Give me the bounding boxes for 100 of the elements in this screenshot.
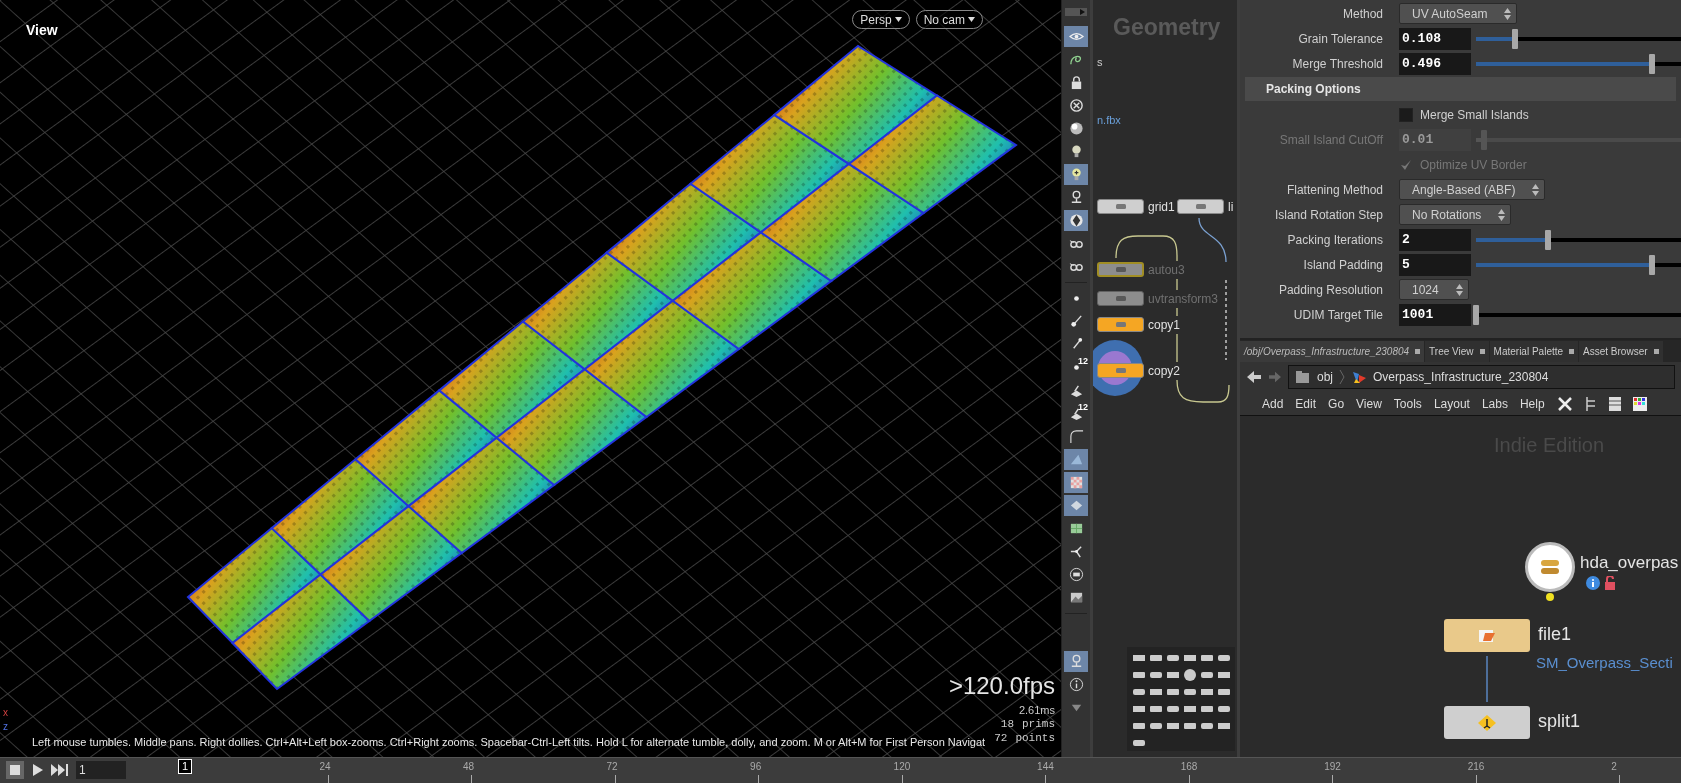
- node-label: uvtransform3: [1148, 290, 1219, 308]
- panel-tab[interactable]: /obj/Overpass_Infrastructure_230804: [1240, 341, 1425, 362]
- close-icon: [1569, 349, 1575, 354]
- slider-thumb[interactable]: [1649, 53, 1656, 74]
- section-title: Packing Options: [1266, 81, 1361, 98]
- cut-off-label: n.fbx: [1097, 113, 1121, 128]
- up-down-arrows-icon: [1454, 282, 1464, 297]
- ball-icon: [1068, 213, 1084, 228]
- dropdown-menu[interactable]: No Rotations: [1399, 204, 1512, 225]
- node-label: split1: [1538, 710, 1581, 733]
- picture-icon: [1068, 590, 1084, 605]
- checkbox[interactable]: [1399, 107, 1413, 122]
- menu-item[interactable]: Layout: [1433, 394, 1470, 413]
- frame-time-readout: 2.61ms: [1018, 704, 1055, 717]
- parameter-label: Grain Tolerance: [1297, 30, 1383, 48]
- path-segment[interactable]: Overpass_Infrastructure_230804: [1373, 368, 1549, 386]
- panel-tab[interactable]: Asset Browser: [1579, 341, 1663, 362]
- frame-tick-label: 192: [1324, 760, 1341, 774]
- node-label: autou3: [1148, 261, 1185, 279]
- parameter-label: Packing Iterations: [1286, 231, 1383, 249]
- caret-icon: [968, 17, 975, 22]
- slider-fill: [1476, 36, 1515, 41]
- value-field[interactable]: 5: [1399, 253, 1471, 276]
- slider-thumb[interactable]: [1511, 28, 1518, 49]
- axis-label: x: [3, 706, 8, 720]
- dropdown-menu[interactable]: Angle-Based (ABF): [1399, 179, 1546, 200]
- network-node[interactable]: [1097, 291, 1144, 306]
- toolbar-button[interactable]: [1064, 210, 1088, 231]
- fps-readout: >120.0fps: [948, 672, 1055, 700]
- slider-track[interactable]: [1476, 53, 1681, 74]
- slider-thumb[interactable]: [1544, 229, 1551, 250]
- tree-icon: [1584, 395, 1597, 412]
- slider-thumb[interactable]: [1649, 254, 1656, 275]
- network-node[interactable]: [1177, 199, 1224, 214]
- parameter-label: Padding Resolution: [1277, 281, 1383, 299]
- slider-track[interactable]: [1476, 28, 1681, 49]
- tools-icon: [1556, 395, 1573, 412]
- network-node[interactable]: [1097, 363, 1144, 378]
- slider-track[interactable]: [1476, 304, 1681, 325]
- node-comment: SM_Overpass_Secti: [1536, 653, 1673, 673]
- menu-item[interactable]: Go: [1328, 394, 1345, 413]
- value-field[interactable]: 1001: [1399, 303, 1471, 326]
- frame-tick-label: 48: [463, 760, 475, 774]
- slider-track[interactable]: [1476, 254, 1681, 275]
- axis-label: z: [3, 720, 8, 734]
- node-label: copy2: [1148, 362, 1181, 380]
- toolbar-button[interactable]: 12: [1064, 357, 1088, 378]
- network-icon: [1351, 370, 1367, 384]
- menu-item[interactable]: Tools: [1393, 394, 1422, 413]
- panel-tab[interactable]: Tree View: [1425, 341, 1489, 362]
- network-node[interactable]: [1444, 706, 1530, 739]
- plane-icon: [1068, 383, 1084, 398]
- frame-tick-label: 72: [606, 760, 618, 774]
- menu-item[interactable]: View: [1356, 394, 1382, 413]
- camera-menu-button[interactable]: No cam: [915, 10, 983, 29]
- viewport-hint-text: Left mouse tumbles. Middle pans. Right dollies. Ctrl+Alt+Left box-zooms. Ctrl+Right zooms. Spacebar-Ctrl-Left tilts. Hold L for alternate tumble, dolly, and zoom. M or Alt+M for First Person Navigat: [32, 735, 986, 750]
- output-dot-icon: [1546, 593, 1554, 601]
- panel-tab[interactable]: Material Palette: [1489, 341, 1579, 362]
- node-wire: [1486, 655, 1488, 703]
- up-down-arrows-icon: [1503, 6, 1513, 21]
- menu-item[interactable]: Help: [1519, 394, 1545, 413]
- value-field[interactable]: 0.496: [1399, 52, 1471, 75]
- node-type-icon: [1114, 202, 1127, 211]
- mesh-icon: [1068, 521, 1084, 536]
- frame-tick-label: 144: [1037, 760, 1054, 774]
- asset-node[interactable]: [1525, 542, 1575, 592]
- corner-icon: [1068, 429, 1084, 444]
- brush-icon: [1068, 314, 1084, 329]
- sphere-icon: [1068, 121, 1084, 136]
- play-icon: [30, 763, 44, 777]
- stat-count: 18: [1000, 717, 1014, 731]
- stat-label: prims: [1022, 717, 1055, 731]
- dropdown-menu[interactable]: UV AutoSeam: [1399, 3, 1518, 24]
- parameter-label: Merge Threshold: [1291, 55, 1383, 73]
- slider-track[interactable]: [1476, 229, 1681, 250]
- stat-count: 72: [994, 731, 1008, 745]
- slider-track[interactable]: [1476, 129, 1681, 150]
- menu-item[interactable]: Labs: [1481, 394, 1508, 413]
- frame-tick-label: 96: [750, 760, 762, 774]
- network-node[interactable]: [1097, 199, 1144, 214]
- slider-thumb[interactable]: [1473, 304, 1479, 325]
- toolbar-button[interactable]: 12: [1064, 403, 1088, 424]
- frame-tick-label: 168: [1180, 760, 1198, 774]
- stop-icon: [6, 761, 24, 779]
- frame-field[interactable]: 1: [76, 761, 126, 779]
- camera-menu-button[interactable]: Persp: [852, 10, 910, 29]
- menu-item[interactable]: Add: [1262, 394, 1284, 413]
- node-label: copy1: [1148, 316, 1181, 334]
- network-node[interactable]: [1444, 619, 1530, 652]
- path-segment[interactable]: obj: [1317, 368, 1333, 386]
- path-bar[interactable]: obj Overpass_Infrastructure_230804: [1288, 365, 1675, 389]
- frame-tick-label: 120: [893, 760, 911, 774]
- dropdown-menu[interactable]: 1024: [1399, 279, 1469, 300]
- node-type-icon: [1114, 366, 1127, 375]
- network-node[interactable]: [1097, 317, 1144, 332]
- menu-item[interactable]: Edit: [1295, 394, 1317, 413]
- close-icon: [1479, 349, 1485, 354]
- color-grid-icon: [1632, 396, 1647, 411]
- value-field[interactable]: 0.108: [1399, 27, 1471, 50]
- value-field[interactable]: 2: [1399, 228, 1471, 251]
